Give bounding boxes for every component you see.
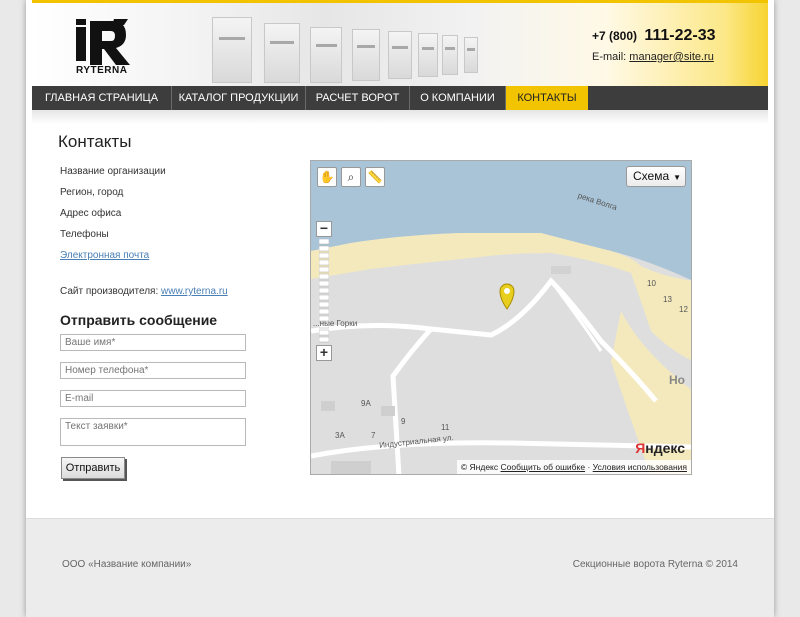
site-label: Сайт производителя: [60, 286, 159, 297]
phone-prefix: +7 (800) [592, 29, 638, 43]
nav-item-catalog[interactable]: КАТАЛОГ ПРОДУКЦИИ [172, 86, 306, 110]
nav-shadow [32, 110, 768, 124]
phone-input[interactable] [60, 362, 246, 379]
phones: Телефоны [60, 229, 109, 240]
yandex-map[interactable]: ✋ ⌕ 📏 Схема ▼ − + река Волга ...ные Горки… [310, 160, 692, 475]
magnifier-zoom-icon[interactable]: ⌕ [341, 167, 361, 187]
header-banner-doors [202, 9, 542, 86]
chevron-down-icon: ▼ [673, 173, 682, 182]
terms-link[interactable]: Условия использования [593, 462, 687, 472]
email-link[interactable]: manager@site.ru [629, 51, 714, 63]
hand-tool-icon[interactable]: ✋ [317, 167, 337, 187]
map-label-no: Но [669, 373, 685, 387]
submit-button[interactable]: Отправить [61, 457, 125, 479]
email-input[interactable] [60, 390, 246, 407]
message-textarea[interactable] [60, 418, 246, 446]
contact-info: Название организации Регион, город Адрес… [60, 166, 166, 271]
map-label-7: 7 [371, 431, 376, 440]
map-label-9a: 9А [361, 399, 371, 408]
manufacturer-site: Сайт производителя: www.ryterna.ru [60, 286, 228, 297]
office-address: Адрес офиса [60, 208, 122, 219]
header: RYTERNA +7 (800) 111-22-33 E-mail: manag… [32, 0, 768, 86]
zoom-slider[interactable] [319, 239, 329, 349]
map-label-11: 11 [441, 423, 450, 432]
map-label-10: 10 [647, 279, 656, 288]
email-label: E-mail: [592, 51, 627, 63]
footer: ООО «Название компании» Секционные ворот… [26, 518, 774, 617]
yandex-logo-first: Я [635, 440, 646, 456]
nav-item-contacts[interactable]: КОНТАКТЫ [506, 86, 588, 110]
map-copyright: © Яндекс [460, 462, 499, 472]
map-label-12: 12 [679, 305, 688, 314]
logo-text: RYTERNA [76, 65, 128, 76]
form-title: Отправить сообщение [60, 312, 218, 328]
phone-number: 111-22-33 [644, 27, 716, 44]
map-separator: · [587, 462, 591, 472]
yandex-logo: Яндекс [635, 440, 685, 456]
page: RYTERNA +7 (800) 111-22-33 E-mail: manag… [26, 0, 774, 617]
site-link[interactable]: www.ryterna.ru [161, 286, 228, 297]
main-nav: ГЛАВНАЯ СТРАНИЦА КАТАЛОГ ПРОДУКЦИИ РАСЧЕ… [32, 86, 768, 110]
nav-item-about[interactable]: О КОМПАНИИ [410, 86, 506, 110]
yandex-logo-rest: ндекс [645, 440, 685, 456]
page-title: Контакты [58, 132, 132, 151]
name-input[interactable] [60, 334, 246, 351]
zoom-out-button[interactable]: − [316, 221, 332, 237]
map-label-9: 9 [401, 417, 406, 426]
report-error-link[interactable]: Сообщить об ошибке [501, 462, 586, 472]
map-label-13: 13 [663, 295, 672, 304]
nav-item-gate-calc[interactable]: РАСЧЕТ ВОРОТ [306, 86, 410, 110]
header-email: E-mail: manager@site.ru [592, 51, 714, 63]
email-contact-link[interactable]: Электронная почта [60, 250, 149, 261]
zoom-in-button[interactable]: + [316, 345, 332, 361]
region-city: Регион, город [60, 187, 124, 198]
org-name: Название организации [60, 166, 166, 177]
footer-copyright: Секционные ворота Ryterna © 2014 [572, 559, 738, 570]
footer-company: ООО «Название компании» [62, 559, 192, 570]
map-layer-select[interactable]: Схема ▼ [626, 166, 686, 187]
map-label-gorki: ...ные Горки [313, 319, 358, 328]
header-phone: +7 (800) 111-22-33 [592, 27, 716, 45]
layer-label: Схема [633, 169, 670, 183]
map-canvas [311, 161, 691, 474]
map-label-3a: 3А [335, 431, 345, 440]
map-copyright-bar: © Яндекс Сообщить об ошибке · Условия ис… [456, 460, 691, 474]
nav-item-home[interactable]: ГЛАВНАЯ СТРАНИЦА [32, 86, 172, 110]
ruler-icon[interactable]: 📏 [365, 167, 385, 187]
